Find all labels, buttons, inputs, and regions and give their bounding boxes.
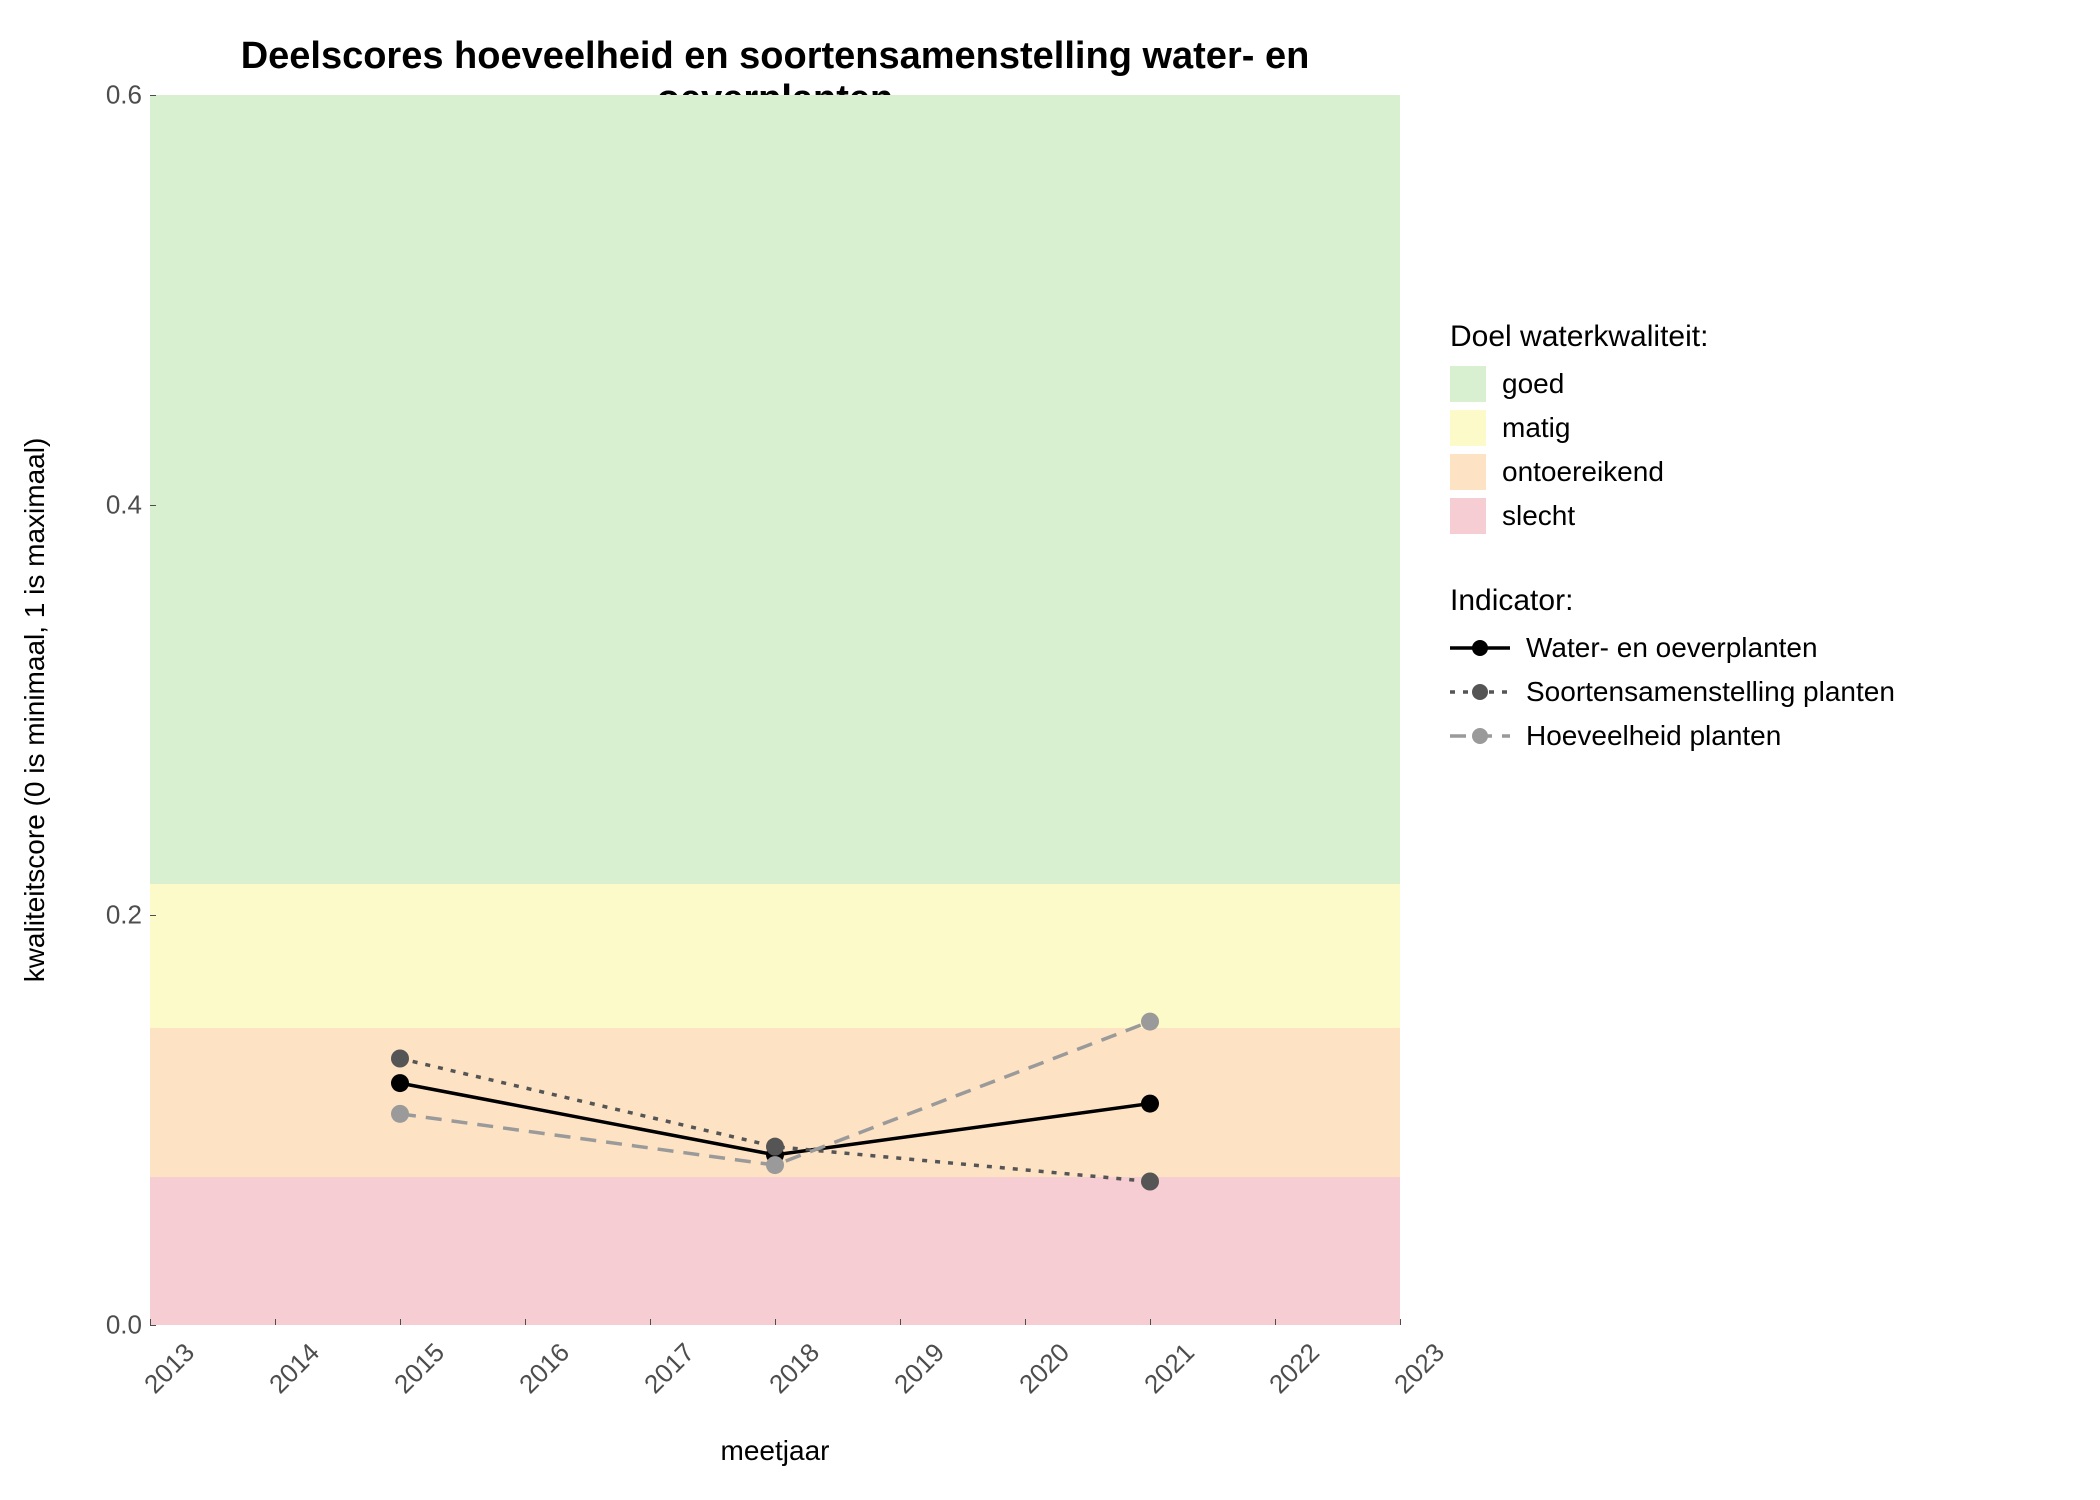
legend-line-swatch [1450, 674, 1510, 710]
x-tick-label: 2020 [1013, 1337, 1076, 1400]
legend-label: matig [1502, 412, 1570, 444]
legend-fill-item: goed [1450, 366, 2050, 402]
x-tick-label: 2019 [888, 1337, 951, 1400]
data-point [766, 1138, 784, 1156]
x-axis-title: meetjaar [150, 1435, 1400, 1467]
legend-fill-item: slecht [1450, 498, 2050, 534]
x-tick-label: 2021 [1138, 1337, 1201, 1400]
chart-container: Deelscores hoeveelheid en soortensamenst… [20, 20, 2080, 1480]
data-point [391, 1105, 409, 1123]
legend-label: slecht [1502, 500, 1575, 532]
data-point [1141, 1095, 1159, 1113]
legend-swatch [1450, 410, 1486, 446]
data-point [766, 1156, 784, 1174]
x-tick-label: 2018 [763, 1337, 826, 1400]
y-tick-label: 0.4 [106, 490, 142, 521]
legend-label: goed [1502, 368, 1564, 400]
legend-fill-title: Doel waterkwaliteit: [1450, 320, 2050, 354]
x-tick-label: 2017 [638, 1337, 701, 1400]
legend-label: ontoereikend [1502, 456, 1664, 488]
legend-label: Water- en oeverplanten [1526, 632, 1818, 664]
legend-fill-section: Doel waterkwaliteit: goed matig ontoereike… [1450, 320, 2050, 534]
y-axis-title: kwaliteitscore (0 is minimaal, 1 is maxi… [19, 438, 51, 983]
legend-line-swatch [1450, 718, 1510, 754]
x-axis: 2013201420152016201720182019202020212022… [150, 1325, 1400, 1425]
data-point [1141, 1013, 1159, 1031]
x-tick-label: 2023 [1388, 1337, 1451, 1400]
legend-fill-item: ontoereikend [1450, 454, 2050, 490]
legend: Doel waterkwaliteit: goed matig ontoereike… [1450, 320, 2050, 804]
legend-line-item: Soortensamenstelling planten [1450, 674, 2050, 710]
legend-swatch [1450, 498, 1486, 534]
legend-fill-item: matig [1450, 410, 2050, 446]
legend-line-item: Water- en oeverplanten [1450, 630, 2050, 666]
data-point [391, 1074, 409, 1092]
plot-area [150, 95, 1400, 1325]
legend-line-swatch [1450, 630, 1510, 666]
legend-line-item: Hoeveelheid planten [1450, 718, 2050, 754]
data-point [1141, 1173, 1159, 1191]
x-tick-label: 2016 [513, 1337, 576, 1400]
y-tick-label: 0.2 [106, 900, 142, 931]
x-tick-label: 2015 [388, 1337, 451, 1400]
x-tick-label: 2014 [263, 1337, 326, 1400]
legend-swatch [1450, 454, 1486, 490]
legend-line-title: Indicator: [1450, 584, 2050, 618]
data-point [391, 1050, 409, 1068]
legend-swatch [1450, 366, 1486, 402]
y-tick-label: 0.6 [106, 80, 142, 111]
y-tick-label: 0.0 [106, 1310, 142, 1341]
legend-label: Hoeveelheid planten [1526, 720, 1781, 752]
legend-label: Soortensamenstelling planten [1526, 676, 1895, 708]
x-tick-label: 2013 [138, 1337, 201, 1400]
x-tick-label: 2022 [1263, 1337, 1326, 1400]
legend-line-section: Indicator: Water- en oeverplanten Soorten… [1450, 584, 2050, 754]
y-axis: 0.00.20.40.6 [110, 95, 150, 1325]
